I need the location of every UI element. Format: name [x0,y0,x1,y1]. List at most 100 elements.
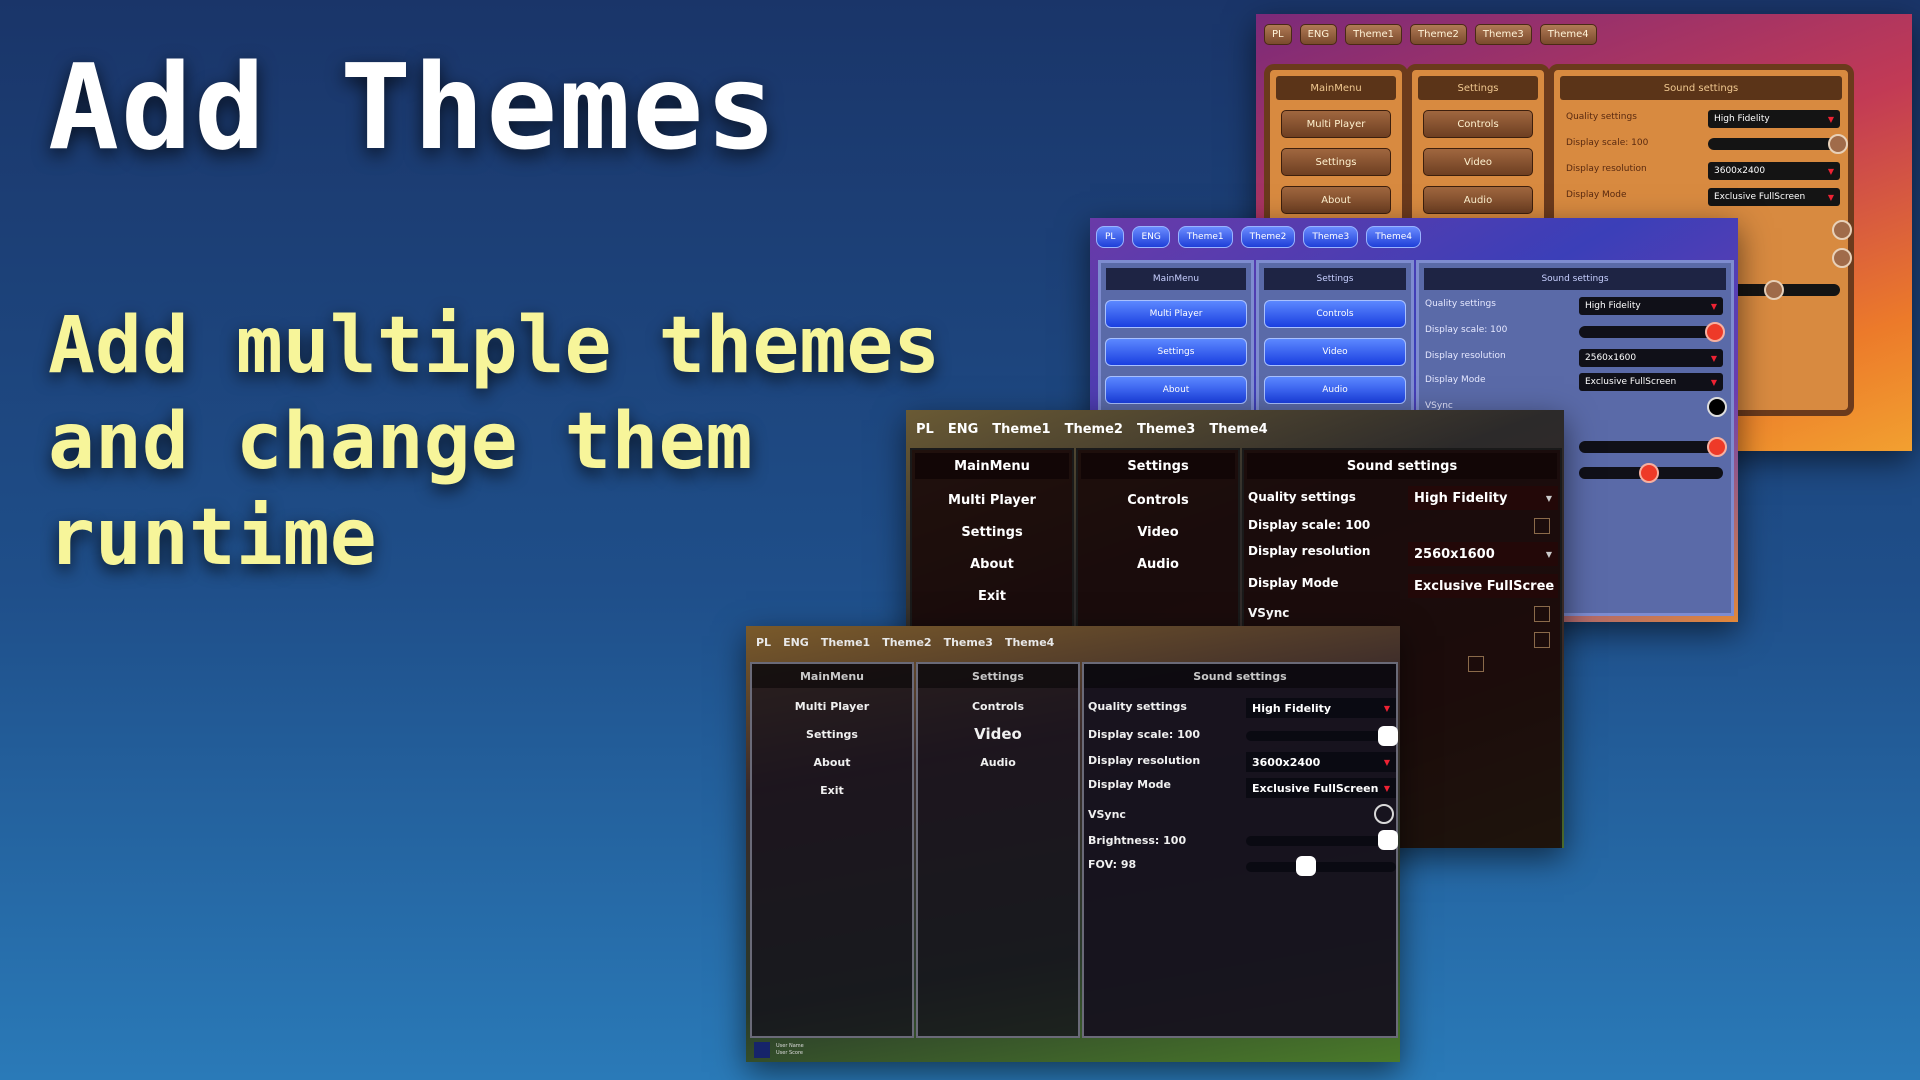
tab-theme4[interactable]: Theme4 [1005,636,1054,649]
quality-row: Quality settings High Fidelity ▼ [1554,110,1848,130]
tab-theme3[interactable]: Theme3 [1137,422,1195,437]
tab-theme2[interactable]: Theme2 [882,636,931,649]
quality-dropdown[interactable]: High Fidelity ▼ [1579,297,1723,315]
multi-player-button[interactable]: Multi Player [1281,110,1391,138]
settings-button[interactable]: Settings [912,521,1072,543]
panel-title: MainMenu [1276,76,1396,100]
user-score: User Score [776,1050,803,1056]
controls-button[interactable]: Controls [918,696,1078,716]
vsync-checkbox[interactable] [1534,606,1550,622]
mode-row: Display Mode Exclusive FullScree▼ [1244,574,1560,600]
tab-pl[interactable]: PL [916,422,934,437]
scale-slider-knob[interactable] [1828,134,1848,154]
scale-slider-knob[interactable] [1705,322,1725,342]
about-button[interactable]: About [752,752,912,772]
multi-player-button[interactable]: Multi Player [752,696,912,716]
settings-button[interactable]: Settings [1105,338,1247,366]
tab-eng[interactable]: ENG [1299,24,1338,45]
resolution-dropdown[interactable]: 2560x1600 ▼ [1579,349,1723,367]
tab-theme3[interactable]: Theme3 [1474,24,1532,45]
mode-dropdown[interactable]: Exclusive FullScreen ▼ [1246,778,1396,798]
scale-slider-track[interactable] [1246,731,1396,741]
tab-pl[interactable]: PL [1264,24,1292,45]
quality-dropdown[interactable]: High Fidelity ▼ [1408,486,1558,510]
tab-theme2[interactable]: Theme2 [1065,422,1123,437]
scale-slider-track[interactable] [1708,138,1840,150]
mode-dropdown[interactable]: Exclusive FullScreen ▼ [1579,373,1723,391]
fov-slider-knob[interactable] [1639,463,1659,483]
audio-button[interactable]: Audio [918,752,1078,772]
vsync-toggle[interactable] [1707,397,1727,417]
settings-button[interactable]: Settings [1281,148,1391,176]
brightness-slider-track[interactable] [1246,836,1396,846]
panel-title: Settings [1418,76,1538,100]
audio-button[interactable]: Audio [1264,376,1406,404]
exit-button[interactable]: Exit [912,585,1072,607]
brightness-slider-track[interactable] [1579,441,1723,453]
dropdown-value: Exclusive FullScree [1414,578,1555,594]
tab-theme4[interactable]: Theme4 [1539,24,1597,45]
scale-row: Display scale: 100 [1419,321,1731,343]
dropdown-arrow-icon: ▼ [1710,353,1717,363]
quality-dropdown[interactable]: High Fidelity ▼ [1246,698,1396,718]
multi-player-button[interactable]: Multi Player [1105,300,1247,328]
tab-theme3[interactable]: Theme3 [1303,226,1359,248]
panel-title: MainMenu [752,664,912,688]
tab-eng[interactable]: ENG [948,422,978,437]
tab-theme1[interactable]: Theme1 [1177,226,1233,248]
video-button[interactable]: Video [1423,148,1533,176]
mode-label: Display Mode [1088,778,1172,791]
about-button[interactable]: About [1281,186,1391,214]
quality-dropdown[interactable]: High Fidelity ▼ [1708,110,1840,128]
tab-pl[interactable]: PL [1096,226,1125,248]
settings-button[interactable]: Settings [752,724,912,744]
brightness-slider-knob[interactable] [1378,830,1398,850]
mode-dropdown[interactable]: Exclusive FullScree▼ [1408,574,1558,598]
brightness-slider-knob[interactable] [1832,248,1852,268]
scale-slider-track[interactable] [1579,326,1723,338]
audio-button[interactable]: Audio [1078,553,1238,575]
exit-button[interactable]: Exit [752,780,912,800]
resolution-dropdown[interactable]: 2560x1600 ▼ [1408,542,1558,566]
mode-dropdown[interactable]: Exclusive FullScreen ▼ [1708,188,1840,206]
fov-slider-track[interactable] [1246,862,1396,872]
tab-theme1[interactable]: Theme1 [821,636,870,649]
brightness-label: Brightness: 100 [1088,834,1187,847]
tab-theme4[interactable]: Theme4 [1209,422,1267,437]
audio-button[interactable]: Audio [1423,186,1533,214]
language-theme-tabs: PL ENG Theme1 Theme2 Theme3 Theme4 [1096,226,1738,248]
multi-player-button[interactable]: Multi Player [912,489,1072,511]
tab-theme1[interactable]: Theme1 [992,422,1050,437]
vsync-toggle[interactable] [1374,804,1394,824]
scale-slider-knob[interactable] [1378,726,1398,746]
mode-label: Display Mode [1425,375,1486,385]
fov-slider-knob[interactable] [1468,656,1484,672]
dropdown-value: High Fidelity [1585,301,1641,311]
about-button[interactable]: About [1105,376,1247,404]
tab-theme2[interactable]: Theme2 [1240,226,1296,248]
fov-slider-knob[interactable] [1764,280,1784,300]
tab-theme2[interactable]: Theme2 [1410,24,1467,45]
controls-button[interactable]: Controls [1423,110,1533,138]
tab-theme1[interactable]: Theme1 [1345,24,1403,45]
tab-theme4[interactable]: Theme4 [1366,226,1421,248]
brightness-slider-knob[interactable] [1707,437,1727,457]
scale-label: Display scale: 100 [1088,728,1201,741]
controls-button[interactable]: Controls [1078,489,1238,511]
resolution-dropdown[interactable]: 3600x2400 ▼ [1708,162,1840,180]
about-button[interactable]: About [912,553,1072,575]
tab-pl[interactable]: PL [756,636,771,649]
resolution-dropdown[interactable]: 3600x2400 ▼ [1246,752,1396,772]
tab-eng[interactable]: ENG [783,636,809,649]
brightness-slider-knob[interactable] [1534,632,1550,648]
fov-slider-knob[interactable] [1295,856,1316,876]
scale-slider-knob[interactable] [1534,518,1550,534]
tab-eng[interactable]: ENG [1132,226,1170,248]
video-button[interactable]: Video [1078,521,1238,543]
video-button[interactable]: Video [1264,338,1406,366]
vsync-toggle[interactable] [1832,220,1852,240]
tab-theme3[interactable]: Theme3 [944,636,993,649]
controls-button[interactable]: Controls [1264,300,1406,328]
video-button[interactable]: Video [918,724,1078,744]
quality-row: Quality settings High Fidelity ▼ [1084,698,1396,720]
